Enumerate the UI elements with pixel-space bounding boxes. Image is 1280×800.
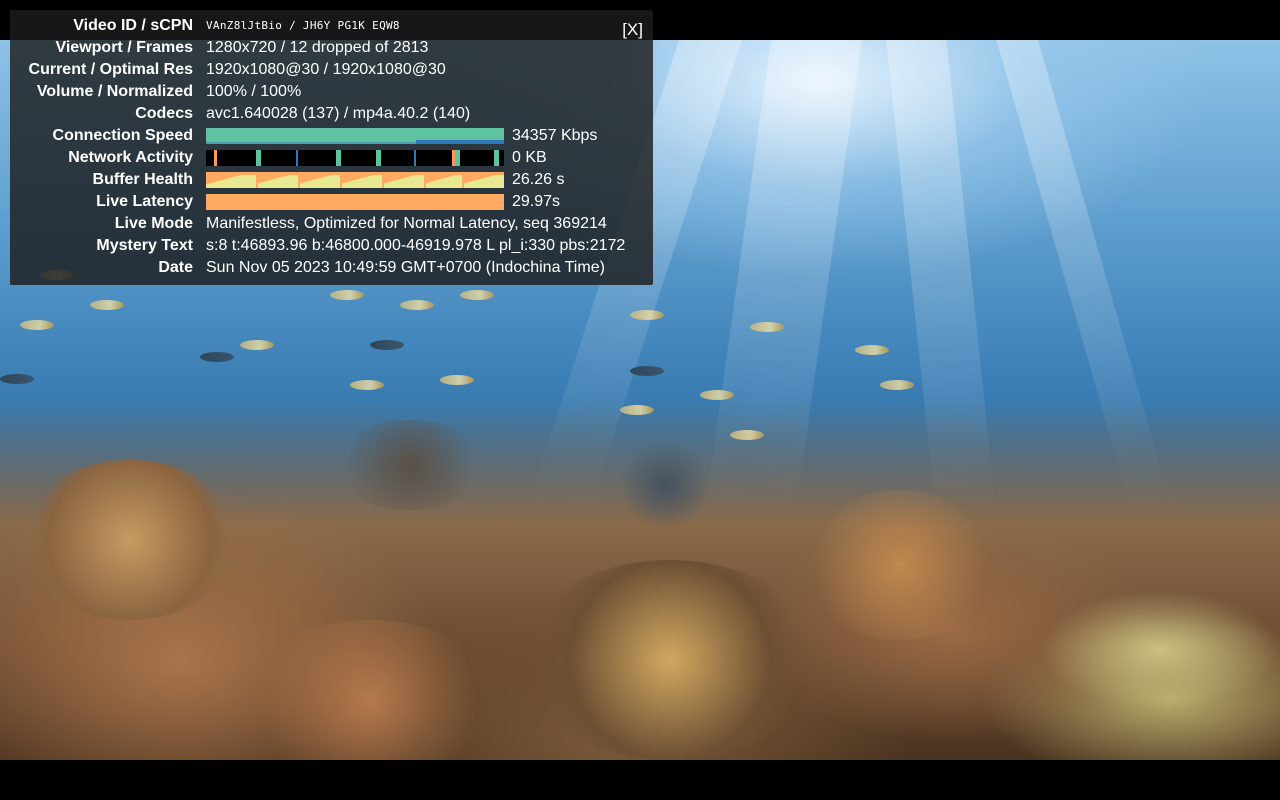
fish — [330, 290, 364, 300]
stat-row-buffer-health: Buffer Health 26.26 s — [10, 169, 653, 191]
stat-label: Live Latency — [96, 193, 193, 210]
fish — [750, 322, 784, 332]
stat-row-viewport: Viewport / Frames 1280x720 / 12 dropped … — [10, 37, 653, 59]
stat-label: Mystery Text — [96, 237, 193, 254]
stat-label: Live Mode — [114, 215, 193, 232]
fish — [700, 390, 734, 400]
stat-value: Manifestless, Optimized for Normal Laten… — [206, 215, 607, 232]
fish — [440, 375, 474, 385]
fish — [350, 380, 384, 390]
stat-row-codecs: Codecs avc1.640028 (137) / mp4a.40.2 (14… — [10, 103, 653, 125]
stat-row-network-activity: Network Activity 0 KB — [10, 147, 653, 169]
stat-label: Current / Optimal Res — [28, 61, 193, 78]
stat-label: Network Activity — [68, 149, 193, 166]
fish — [620, 405, 654, 415]
stat-row-mystery-text: Mystery Text s:8 t:46893.96 b:46800.000-… — [10, 235, 653, 257]
fish — [0, 374, 34, 384]
fish — [200, 352, 234, 362]
live-latency-graph — [206, 194, 504, 210]
fish — [460, 290, 494, 300]
stat-row-connection-speed: Connection Speed 34357 Kbps — [10, 125, 653, 147]
stat-row-date: Date Sun Nov 05 2023 10:49:59 GMT+0700 (… — [10, 257, 653, 279]
fish — [730, 430, 764, 440]
stat-row-live-mode: Live Mode Manifestless, Optimized for No… — [10, 213, 653, 235]
fish — [90, 300, 124, 310]
stat-label: Volume / Normalized — [36, 83, 193, 100]
stat-label: Viewport / Frames — [55, 39, 193, 56]
stat-row-volume: Volume / Normalized 100% / 100% — [10, 81, 653, 103]
stat-label: Date — [158, 259, 193, 276]
fish — [630, 310, 664, 320]
connection-speed-graph — [206, 128, 504, 144]
stats-for-nerds-panel: [X] Video ID / sCPN VAnZ8lJtBio / JH6Y P… — [10, 10, 653, 285]
stat-value: 1280x720 / 12 dropped of 2813 — [206, 39, 429, 56]
stat-value[interactable]: VAnZ8lJtBio / JH6Y PG1K EQW8 — [206, 15, 400, 37]
stat-label: Buffer Health — [92, 171, 193, 188]
fish — [20, 320, 54, 330]
stat-value: 34357 Kbps — [512, 127, 598, 144]
stat-value: 100% / 100% — [206, 83, 302, 100]
stat-value: avc1.640028 (137) / mp4a.40.2 (140) — [206, 105, 471, 122]
stat-label: Codecs — [135, 105, 193, 122]
fish — [370, 340, 404, 350]
stat-row-resolution: Current / Optimal Res 1920x1080@30 / 192… — [10, 59, 653, 81]
fish — [630, 366, 664, 376]
fish — [855, 345, 889, 355]
fish — [880, 380, 914, 390]
close-button[interactable]: [X] — [622, 19, 643, 41]
buffer-health-graph — [206, 172, 504, 188]
stat-value: 0 KB — [512, 149, 547, 166]
network-activity-graph — [206, 150, 504, 166]
fish — [240, 340, 274, 350]
stat-row-live-latency: Live Latency 29.97s — [10, 191, 653, 213]
stat-label: Video ID / sCPN — [73, 17, 193, 34]
stat-row-video-id: Video ID / sCPN VAnZ8lJtBio / JH6Y PG1K … — [10, 15, 653, 37]
stat-value: Sun Nov 05 2023 10:49:59 GMT+0700 (Indoc… — [206, 259, 605, 276]
stat-value: 29.97s — [512, 193, 561, 210]
stat-value: 26.26 s — [512, 171, 565, 188]
coral-reef — [0, 400, 1280, 760]
stat-value: 1920x1080@30 / 1920x1080@30 — [206, 61, 446, 78]
stat-label: Connection Speed — [52, 127, 193, 144]
stat-value: s:8 t:46893.96 b:46800.000-46919.978 L p… — [206, 237, 626, 254]
fish — [400, 300, 434, 310]
